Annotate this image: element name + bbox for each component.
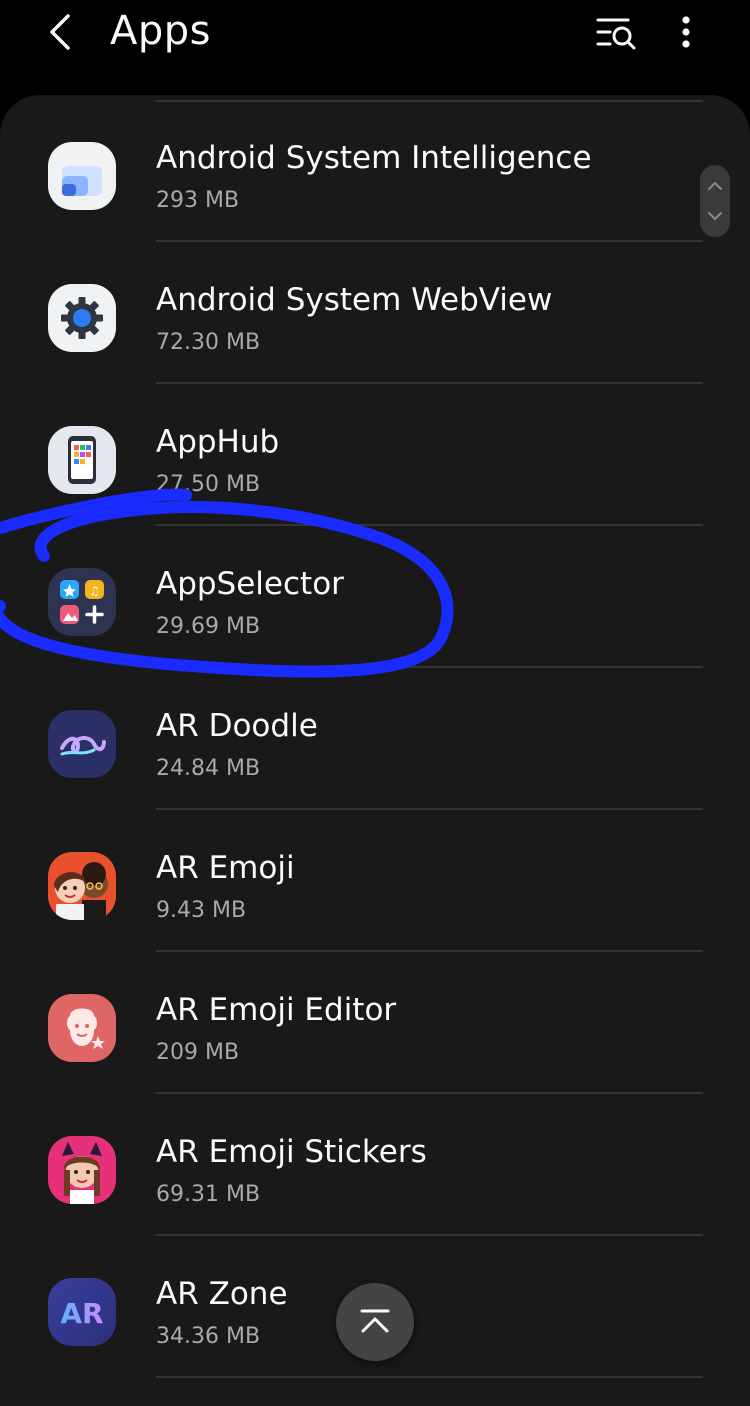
app-name: AR Emoji Editor: [156, 992, 397, 1028]
app-name: AR Emoji Stickers: [156, 1134, 427, 1170]
app-size: 29.69 MB: [156, 614, 261, 639]
page-title: Apps: [110, 8, 211, 54]
svg-text:♫: ♫: [89, 584, 100, 598]
app-row-ar-emoji[interactable]: AR Emoji 9.43 MB: [0, 810, 750, 952]
app-name: AR Emoji: [156, 850, 295, 886]
app-name: AR Zone: [156, 1276, 288, 1312]
more-vertical-icon: [682, 16, 690, 48]
app-name: AppHub: [156, 424, 280, 460]
app-name: Android System Intelligence: [156, 140, 592, 176]
android-system-intelligence-icon: [48, 142, 116, 210]
filter-search-icon: [596, 18, 636, 50]
back-button[interactable]: [40, 10, 84, 54]
app-row-apphub[interactable]: AppHub 27.50 MB: [0, 384, 750, 526]
divider: [156, 1376, 703, 1378]
app-size: 27.50 MB: [156, 472, 261, 497]
app-name: Android System WebView: [156, 282, 553, 318]
more-options-button[interactable]: [668, 12, 704, 56]
gear-icon: [48, 284, 116, 352]
app-size: 9.43 MB: [156, 898, 247, 923]
scroll-to-top-button[interactable]: [336, 1283, 414, 1361]
app-row-ar-emoji-editor[interactable]: AR Emoji Editor 209 MB: [0, 952, 750, 1094]
fast-scroll-handle[interactable]: [700, 165, 730, 237]
app-size: 34.36 MB: [156, 1324, 261, 1349]
ar-emoji-icon: [48, 852, 116, 920]
top-app-bar: Apps: [0, 0, 750, 92]
ar-doodle-icon: [48, 710, 116, 778]
app-row-ar-emoji-stickers[interactable]: AR Emoji Stickers 69.31 MB: [0, 1094, 750, 1236]
ar-zone-icon-text: AR: [60, 1297, 103, 1330]
app-row-ar-doodle[interactable]: AR Doodle 24.84 MB: [0, 668, 750, 810]
scroll-top-icon: [360, 1309, 390, 1333]
app-size: 209 MB: [156, 1040, 240, 1065]
app-list-panel: Android System Intelligence 293 MB Andro…: [0, 95, 750, 1406]
apphub-icon: [48, 426, 116, 494]
back-arrow-icon: [50, 14, 70, 50]
app-size: 24.84 MB: [156, 756, 261, 781]
app-row-android-system-intelligence[interactable]: Android System Intelligence 293 MB: [0, 100, 750, 242]
scroll-arrows-icon: [708, 182, 722, 220]
ar-zone-icon: AR: [48, 1278, 116, 1346]
ar-emoji-stickers-icon: [48, 1136, 116, 1204]
ar-emoji-editor-icon: [48, 994, 116, 1062]
app-row-appselector[interactable]: ♫ AppSelector 29.69 MB: [0, 526, 750, 668]
app-row-android-system-webview[interactable]: Android System WebView 72.30 MB: [0, 242, 750, 384]
app-name: AR Doodle: [156, 708, 318, 744]
app-size: 72.30 MB: [156, 330, 261, 355]
appselector-icon: ♫: [48, 568, 116, 636]
filter-search-button[interactable]: [592, 12, 640, 56]
app-size: 69.31 MB: [156, 1182, 261, 1207]
app-size: 293 MB: [156, 188, 240, 213]
app-name: AppSelector: [156, 566, 344, 602]
